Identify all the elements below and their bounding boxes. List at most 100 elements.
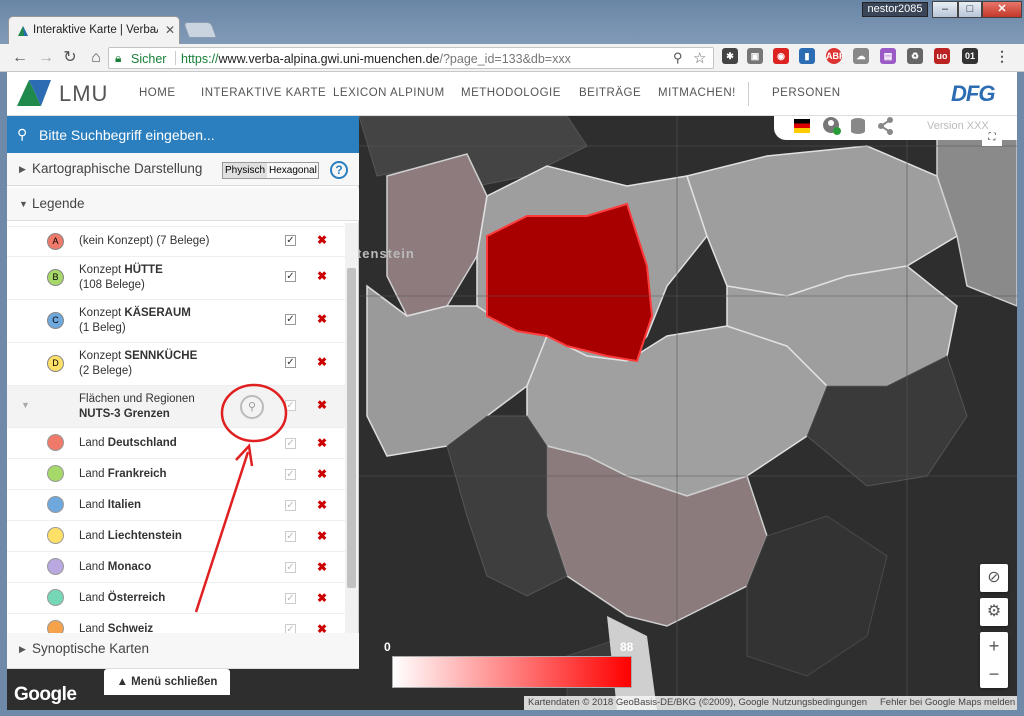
- nav-methodologie[interactable]: METHODOLOGIE: [461, 87, 561, 99]
- extension-ublock-icon[interactable]: uo: [934, 48, 950, 64]
- country-row[interactable]: Land Österreich ✓ ✖: [7, 583, 347, 614]
- back-arrow-icon[interactable]: ←: [10, 48, 30, 68]
- delete-icon[interactable]: ✖: [317, 436, 327, 450]
- region-search-icon[interactable]: ⚲: [240, 395, 264, 419]
- home-icon[interactable]: ⌂: [86, 48, 106, 68]
- extension-recycle-icon[interactable]: ♻: [907, 48, 923, 64]
- checkbox-icon[interactable]: ✓: [285, 235, 296, 246]
- url-text[interactable]: https://www.verba-alpina.gwi.uni-muenche…: [181, 52, 571, 66]
- checkbox-icon[interactable]: ✓: [285, 531, 296, 542]
- close-menu-button[interactable]: ▲ Menü schließen: [104, 669, 230, 695]
- checkbox-icon[interactable]: ✓: [285, 593, 296, 604]
- dfg-logo[interactable]: DFG: [951, 81, 995, 107]
- flag-de-icon[interactable]: [794, 119, 810, 133]
- delete-icon[interactable]: ✖: [317, 591, 327, 605]
- legend-scrollbar[interactable]: [345, 223, 358, 633]
- nav-mitmachen[interactable]: MITMACHEN!: [658, 87, 736, 99]
- minimize-button[interactable]: –: [932, 1, 958, 18]
- country-row[interactable]: Land Frankreich ✓ ✖: [7, 459, 347, 490]
- legend-row[interactable]: A (kein Konzept) (7 Belege) ✓ ✖: [7, 227, 347, 257]
- help-icon[interactable]: ?: [330, 161, 348, 179]
- delete-icon[interactable]: ✖: [317, 529, 327, 543]
- nav-home[interactable]: HOME: [139, 87, 176, 99]
- extension-01-icon[interactable]: 01: [962, 48, 978, 64]
- nav-lexicon-alpinum[interactable]: LEXICON ALPINUM: [333, 87, 445, 99]
- delete-icon[interactable]: ✖: [317, 312, 327, 326]
- profile-badge[interactable]: nestor2085: [862, 2, 928, 17]
- extension-spider-icon[interactable]: ✱: [722, 48, 738, 64]
- extension-cloud-icon[interactable]: ☁: [853, 48, 869, 64]
- lmu-logo-text[interactable]: LMU: [59, 81, 108, 107]
- country-row[interactable]: Land Deutschland ✓ ✖: [7, 428, 347, 459]
- extension-flag-icon[interactable]: ▮: [799, 48, 815, 64]
- legend-row[interactable]: C Konzept KÄSERAUM (1 Beleg) ✓ ✖: [7, 300, 347, 343]
- bookmark-star-icon[interactable]: ☆: [693, 49, 706, 67]
- browser-menu-icon[interactable]: ⋮: [994, 48, 1010, 64]
- country-row[interactable]: Land Monaco ✓ ✖: [7, 552, 347, 583]
- extension-lastpass-icon[interactable]: ◉: [773, 48, 789, 64]
- fullscreen-icon[interactable]: ⛶: [982, 132, 1002, 146]
- extension-pdf-icon[interactable]: ▤: [880, 48, 896, 64]
- zoom-icon[interactable]: ⚲: [673, 50, 683, 66]
- delete-icon[interactable]: ✖: [317, 398, 327, 412]
- search-input[interactable]: Bitte Suchbegriff eingeben...: [39, 127, 215, 143]
- reload-icon[interactable]: ↻: [60, 48, 80, 68]
- terms-link[interactable]: Nutzungsbedingungen: [772, 697, 867, 708]
- user-icon[interactable]: [822, 116, 842, 136]
- delete-icon[interactable]: ✖: [317, 233, 327, 247]
- compass-icon[interactable]: ⊘: [980, 564, 1008, 592]
- section-synoptische-karten[interactable]: ▶ Synoptische Karten: [7, 633, 359, 669]
- checkbox-icon[interactable]: ✓: [285, 624, 296, 633]
- gear-icon[interactable]: ⚙: [980, 598, 1008, 626]
- zoom-out-button[interactable]: −: [980, 660, 1008, 688]
- legend-row[interactable]: D Konzept SENNKÜCHE (2 Belege) ✓ ✖: [7, 343, 347, 386]
- country-row[interactable]: Land Schweiz ✓ ✖: [7, 614, 347, 633]
- nav-interaktive-karte[interactable]: INTERAKTIVE KARTE: [201, 87, 326, 99]
- country-name: Deutschland: [107, 437, 177, 449]
- toggle-physisch[interactable]: Physisch: [223, 163, 267, 178]
- report-error-link[interactable]: Fehler bei Google Maps melden: [880, 697, 1015, 708]
- forward-arrow-icon[interactable]: →: [36, 48, 56, 68]
- nav-beitraege[interactable]: BEITRÄGE: [579, 87, 641, 99]
- nav-personen[interactable]: PERSONEN: [772, 87, 841, 99]
- checkbox-icon[interactable]: ✓: [285, 562, 296, 573]
- country-name: Monaco: [107, 561, 152, 573]
- new-tab-button[interactable]: [183, 22, 217, 38]
- delete-icon[interactable]: ✖: [317, 269, 327, 283]
- delete-icon[interactable]: ✖: [317, 355, 327, 369]
- share-icon[interactable]: [878, 117, 894, 135]
- delete-icon[interactable]: ✖: [317, 467, 327, 481]
- checkbox-icon[interactable]: ✓: [285, 400, 296, 411]
- browser-tab[interactable]: Interaktive Karte | VerbaA ✕: [8, 16, 180, 44]
- country-row[interactable]: Land Liechtenstein ✓ ✖: [7, 521, 347, 552]
- delete-icon[interactable]: ✖: [317, 498, 327, 512]
- legend-row[interactable]: B Konzept HÜTTE (108 Belege) ✓ ✖: [7, 257, 347, 300]
- delete-icon[interactable]: ✖: [317, 560, 327, 574]
- tab-close-icon[interactable]: ✕: [165, 23, 175, 37]
- checkbox-icon[interactable]: ✓: [285, 271, 296, 282]
- search-bar[interactable]: ⚲ Bitte Suchbegriff eingeben...: [7, 116, 359, 153]
- checkbox-icon[interactable]: ✓: [285, 314, 296, 325]
- address-bar[interactable]: 🔒︎ Sicher https://www.verba-alpina.gwi.u…: [108, 47, 714, 69]
- database-icon[interactable]: [850, 117, 866, 135]
- section-kartographische-darstellung[interactable]: ▶ Kartographische Darstellung Physisch H…: [7, 153, 359, 186]
- verba-alpina-logo-icon[interactable]: [17, 80, 51, 106]
- checkbox-icon[interactable]: ✓: [285, 357, 296, 368]
- scrollbar-thumb[interactable]: [347, 268, 356, 588]
- zoom-in-button[interactable]: +: [980, 632, 1008, 660]
- extension-adblock-icon[interactable]: ABP: [826, 48, 845, 64]
- close-window-button[interactable]: ✕: [982, 1, 1022, 18]
- maximize-button[interactable]: □: [958, 1, 982, 18]
- extension-screen-icon[interactable]: ▣: [747, 48, 763, 64]
- toggle-hexagonal[interactable]: Hexagonal: [269, 165, 317, 176]
- group-collapse-arrow-icon[interactable]: ▼: [21, 400, 30, 410]
- checkbox-icon[interactable]: ✓: [285, 469, 296, 480]
- map-type-toggle[interactable]: Physisch Hexagonal: [222, 162, 319, 179]
- checkbox-icon[interactable]: ✓: [285, 438, 296, 449]
- country-row[interactable]: Land Italien ✓ ✖: [7, 490, 347, 521]
- legend-group-row[interactable]: ▼ Flächen und Regionen NUTS-3 Grenzen ⚲ ✓ ✖: [7, 386, 347, 428]
- delete-icon[interactable]: ✖: [317, 622, 327, 633]
- checkbox-icon[interactable]: ✓: [285, 500, 296, 511]
- legend-label-count: (2 Belege): [79, 365, 133, 377]
- section-legende[interactable]: ▼ Legende: [7, 188, 359, 221]
